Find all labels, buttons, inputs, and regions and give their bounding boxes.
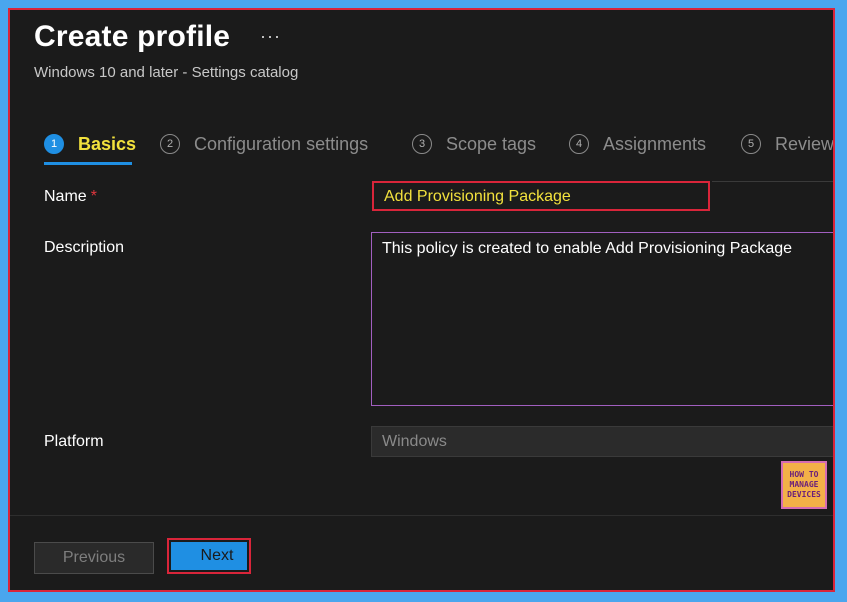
platform-field: Windows	[371, 426, 833, 457]
name-input[interactable]: Add Provisioning Package	[372, 181, 710, 211]
platform-label: Platform	[44, 433, 104, 450]
name-input-extension	[712, 181, 833, 211]
active-step-underline	[44, 162, 132, 165]
next-button[interactable]: Next	[171, 542, 247, 570]
step-number-icon: 5	[741, 134, 761, 154]
logo-line-3: DEVICES	[787, 490, 821, 499]
how-to-manage-devices-logo: HOW TO MANAGE DEVICES	[781, 461, 827, 509]
step-label: Review	[775, 133, 835, 154]
step-number-icon: 2	[160, 134, 180, 154]
footer-divider	[10, 515, 833, 516]
name-label: Name *	[44, 188, 97, 206]
page-title: Create profile	[34, 20, 231, 53]
create-profile-window: Create profile ··· Windows 10 and later …	[8, 8, 835, 592]
step-label: Scope tags	[446, 133, 537, 154]
step-label: Assignments	[603, 133, 707, 154]
more-options-icon[interactable]: ···	[260, 26, 281, 47]
next-button-highlight: Next	[167, 538, 251, 574]
page-subtitle: Windows 10 and later - Settings catalog	[34, 64, 299, 81]
previous-button[interactable]: Previous	[34, 542, 154, 574]
step-review[interactable]: 5 Review	[741, 130, 835, 158]
step-number-icon: 1	[44, 134, 64, 154]
step-assignments[interactable]: 4 Assignments	[569, 130, 706, 158]
step-scope-tags[interactable]: 3 Scope tags	[412, 130, 536, 158]
step-configuration-settings[interactable]: 2 Configuration settings	[160, 130, 368, 158]
name-label-text: Name	[44, 188, 87, 205]
description-label: Description	[44, 239, 125, 256]
step-label: Configuration settings	[194, 133, 369, 154]
step-label: Basics	[78, 133, 137, 154]
required-indicator: *	[90, 188, 97, 205]
logo-line-1: HOW TO	[789, 470, 819, 479]
step-number-icon: 3	[412, 134, 432, 154]
step-number-icon: 4	[569, 134, 589, 154]
step-basics[interactable]: 1 Basics	[44, 130, 136, 158]
description-textarea[interactable]: This policy is created to enable Add Pro…	[371, 232, 833, 406]
logo-line-2: MANAGE	[789, 480, 819, 489]
